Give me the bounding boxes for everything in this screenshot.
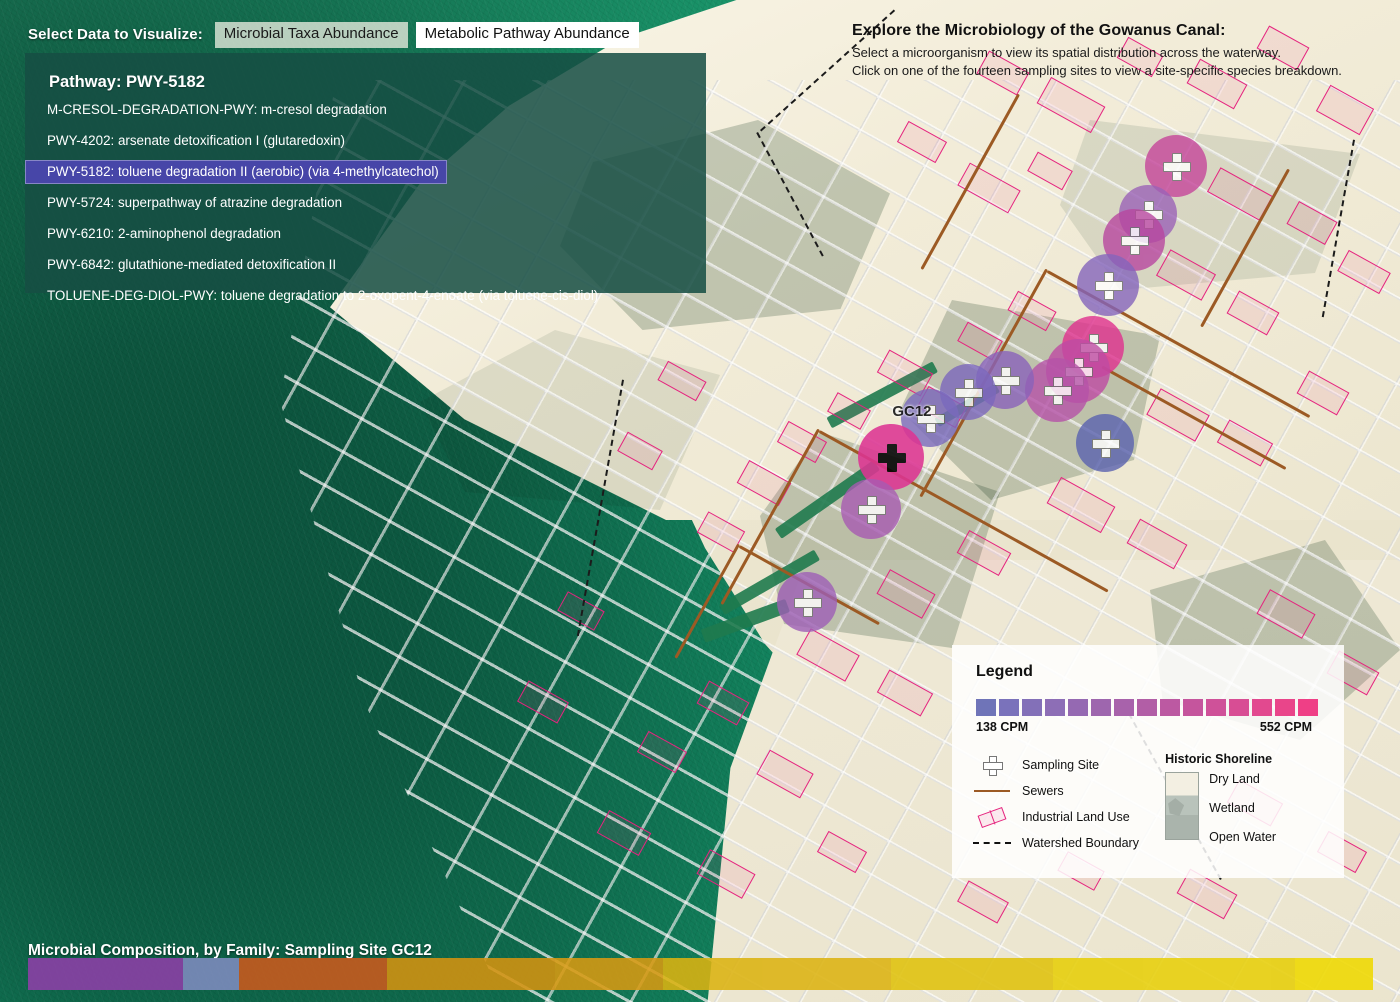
composition-segment-0[interactable] <box>28 958 183 990</box>
explore-header: Explore the Microbiology of the Gowanus … <box>852 22 1392 80</box>
sampling-site-cross-icon <box>878 444 906 472</box>
instruction-line-1: Select a microorganism to view its spati… <box>852 45 1281 60</box>
toolbar-label: Select Data to Visualize: <box>28 26 203 44</box>
sampling-site-cross-icon <box>858 496 886 524</box>
legend-label: Industrial Land Use <box>1022 810 1130 824</box>
instruction-line-2: Click on one of the fourteen sampling si… <box>852 62 1342 78</box>
sampling-site-marker-GC13[interactable] <box>841 479 901 539</box>
selected-site-label: GC12 <box>892 403 932 420</box>
sampling-site-cross-icon <box>1163 153 1191 181</box>
ramp-swatch-12 <box>1252 699 1272 716</box>
composition-segment-5[interactable] <box>662 958 892 990</box>
legend-row-industrial: Industrial Land Use <box>972 804 1155 830</box>
pathway-item[interactable]: TOLUENE-DEG-DIOL-PWY: toluene degradatio… <box>25 284 606 308</box>
legend-row-sampling-site: Sampling Site <box>972 752 1155 778</box>
legend-columns: Sampling Site Sewers Industrial Land Use… <box>972 752 1324 856</box>
shoreline-label-wetland: Wetland <box>1209 801 1255 815</box>
composition-segment-1[interactable] <box>182 958 240 990</box>
ramp-max-label: 552 CPM <box>1259 720 1312 734</box>
pathway-item[interactable]: PWY-6842: glutathione-mediated detoxific… <box>25 253 344 277</box>
sampling-site-cross-icon <box>1092 430 1120 458</box>
composition-segment-2[interactable] <box>239 958 388 990</box>
sampling-site-cross-icon <box>1095 272 1123 300</box>
shoreline-label-dry-land: Dry Land <box>1209 772 1260 786</box>
pathway-selection-panel: Pathway: PWY-5182 M-CRESOL-DEGRADATION-P… <box>25 53 706 303</box>
ramp-swatch-0 <box>976 699 996 716</box>
legend-shoreline-column: Historic Shoreline Dry Land Wetland Open… <box>1155 752 1324 856</box>
composition-segment-4[interactable] <box>555 958 663 990</box>
pathway-item[interactable]: PWY-4202: arsenate detoxification I (glu… <box>25 129 353 153</box>
industrial-parcel-icon <box>972 806 1012 828</box>
legend-symbols-column: Sampling Site Sewers Industrial Land Use… <box>972 752 1155 856</box>
legend-label: Watershed Boundary <box>1022 836 1139 850</box>
historic-shoreline-title: Historic Shoreline <box>1165 752 1273 766</box>
ramp-swatch-1 <box>999 699 1019 716</box>
ramp-swatch-5 <box>1091 699 1111 716</box>
data-selector-toolbar: Select Data to Visualize: Microbial Taxa… <box>28 22 639 48</box>
sampling-site-cross-icon <box>955 379 983 407</box>
shoreline-label-open-water: Open Water <box>1209 830 1277 844</box>
sampling-site-cross-icon <box>1044 377 1072 405</box>
composition-segment-3[interactable] <box>387 958 556 990</box>
sampling-site-marker-GC04[interactable] <box>1077 254 1139 316</box>
ramp-swatch-14 <box>1298 699 1318 716</box>
composition-segment-7[interactable] <box>1052 958 1295 990</box>
map-application: GC12 Select Data to Visualize: Microbial… <box>0 0 1400 1002</box>
sampling-site-marker-GC08[interactable] <box>1076 414 1134 472</box>
ramp-min-label: 138 CPM <box>976 720 1029 734</box>
pathway-item-selected[interactable]: PWY-5182: toluene degradation II (aerobi… <box>25 160 447 185</box>
ramp-swatch-13 <box>1275 699 1295 716</box>
pathway-item[interactable]: M-CRESOL-DEGRADATION-PWY: m-cresol degra… <box>25 98 395 122</box>
legend-label: Sewers <box>1022 784 1064 798</box>
color-ramp <box>976 699 1324 716</box>
color-ramp-labels: 138 CPM 552 CPM <box>976 720 1312 734</box>
ramp-swatch-2 <box>1022 699 1042 716</box>
watershed-boundary-icon <box>972 842 1012 844</box>
composition-segment-6[interactable] <box>891 958 1053 990</box>
historic-shoreline-swatch <box>1165 772 1200 840</box>
legend-label: Sampling Site <box>1022 758 1100 772</box>
ramp-swatch-9 <box>1183 699 1203 716</box>
pathway-list: M-CRESOL-DEGRADATION-PWY: m-cresol degra… <box>25 98 706 309</box>
sampling-site-icon <box>972 756 1012 776</box>
ramp-swatch-8 <box>1160 699 1180 716</box>
sampling-site-marker-GC14[interactable] <box>777 572 837 632</box>
ramp-swatch-6 <box>1114 699 1134 716</box>
historic-shoreline-body: Dry Land Wetland Open Water <box>1165 772 1324 844</box>
pathway-item[interactable]: PWY-6210: 2-aminophenol degradation <box>25 222 289 246</box>
sampling-site-marker-GC07[interactable] <box>1025 358 1089 422</box>
legend-title: Legend <box>976 663 1033 680</box>
legend-row-watershed: Watershed Boundary <box>972 830 1155 856</box>
sampling-site-cross-icon <box>794 589 822 617</box>
ramp-swatch-11 <box>1229 699 1249 716</box>
legend-row-sewers: Sewers <box>972 778 1155 804</box>
sampling-site-cross-icon <box>1121 227 1149 255</box>
sewer-line-icon <box>972 789 1012 793</box>
composition-stacked-bar[interactable] <box>28 958 1373 990</box>
ramp-swatch-7 <box>1137 699 1157 716</box>
ramp-swatch-4 <box>1068 699 1088 716</box>
ramp-swatch-3 <box>1045 699 1065 716</box>
pathway-panel-title: Pathway: PWY-5182 <box>49 73 205 91</box>
historic-shoreline-labels: Dry Land Wetland Open Water <box>1209 772 1276 844</box>
page-title: Explore the Microbiology of the Gowanus … <box>852 22 1226 39</box>
ramp-swatch-10 <box>1206 699 1226 716</box>
button-microbial-taxa-abundance[interactable]: Microbial Taxa Abundance <box>214 22 408 48</box>
legend-panel: Legend 138 CPM 552 CPM Sampling Site Sew… <box>952 645 1344 878</box>
pathway-item[interactable]: PWY-5724: superpathway of atrazine degra… <box>25 191 350 215</box>
composition-segment-8[interactable] <box>1294 958 1373 990</box>
button-metabolic-pathway-abundance[interactable]: Metabolic Pathway Abundance <box>415 22 639 48</box>
